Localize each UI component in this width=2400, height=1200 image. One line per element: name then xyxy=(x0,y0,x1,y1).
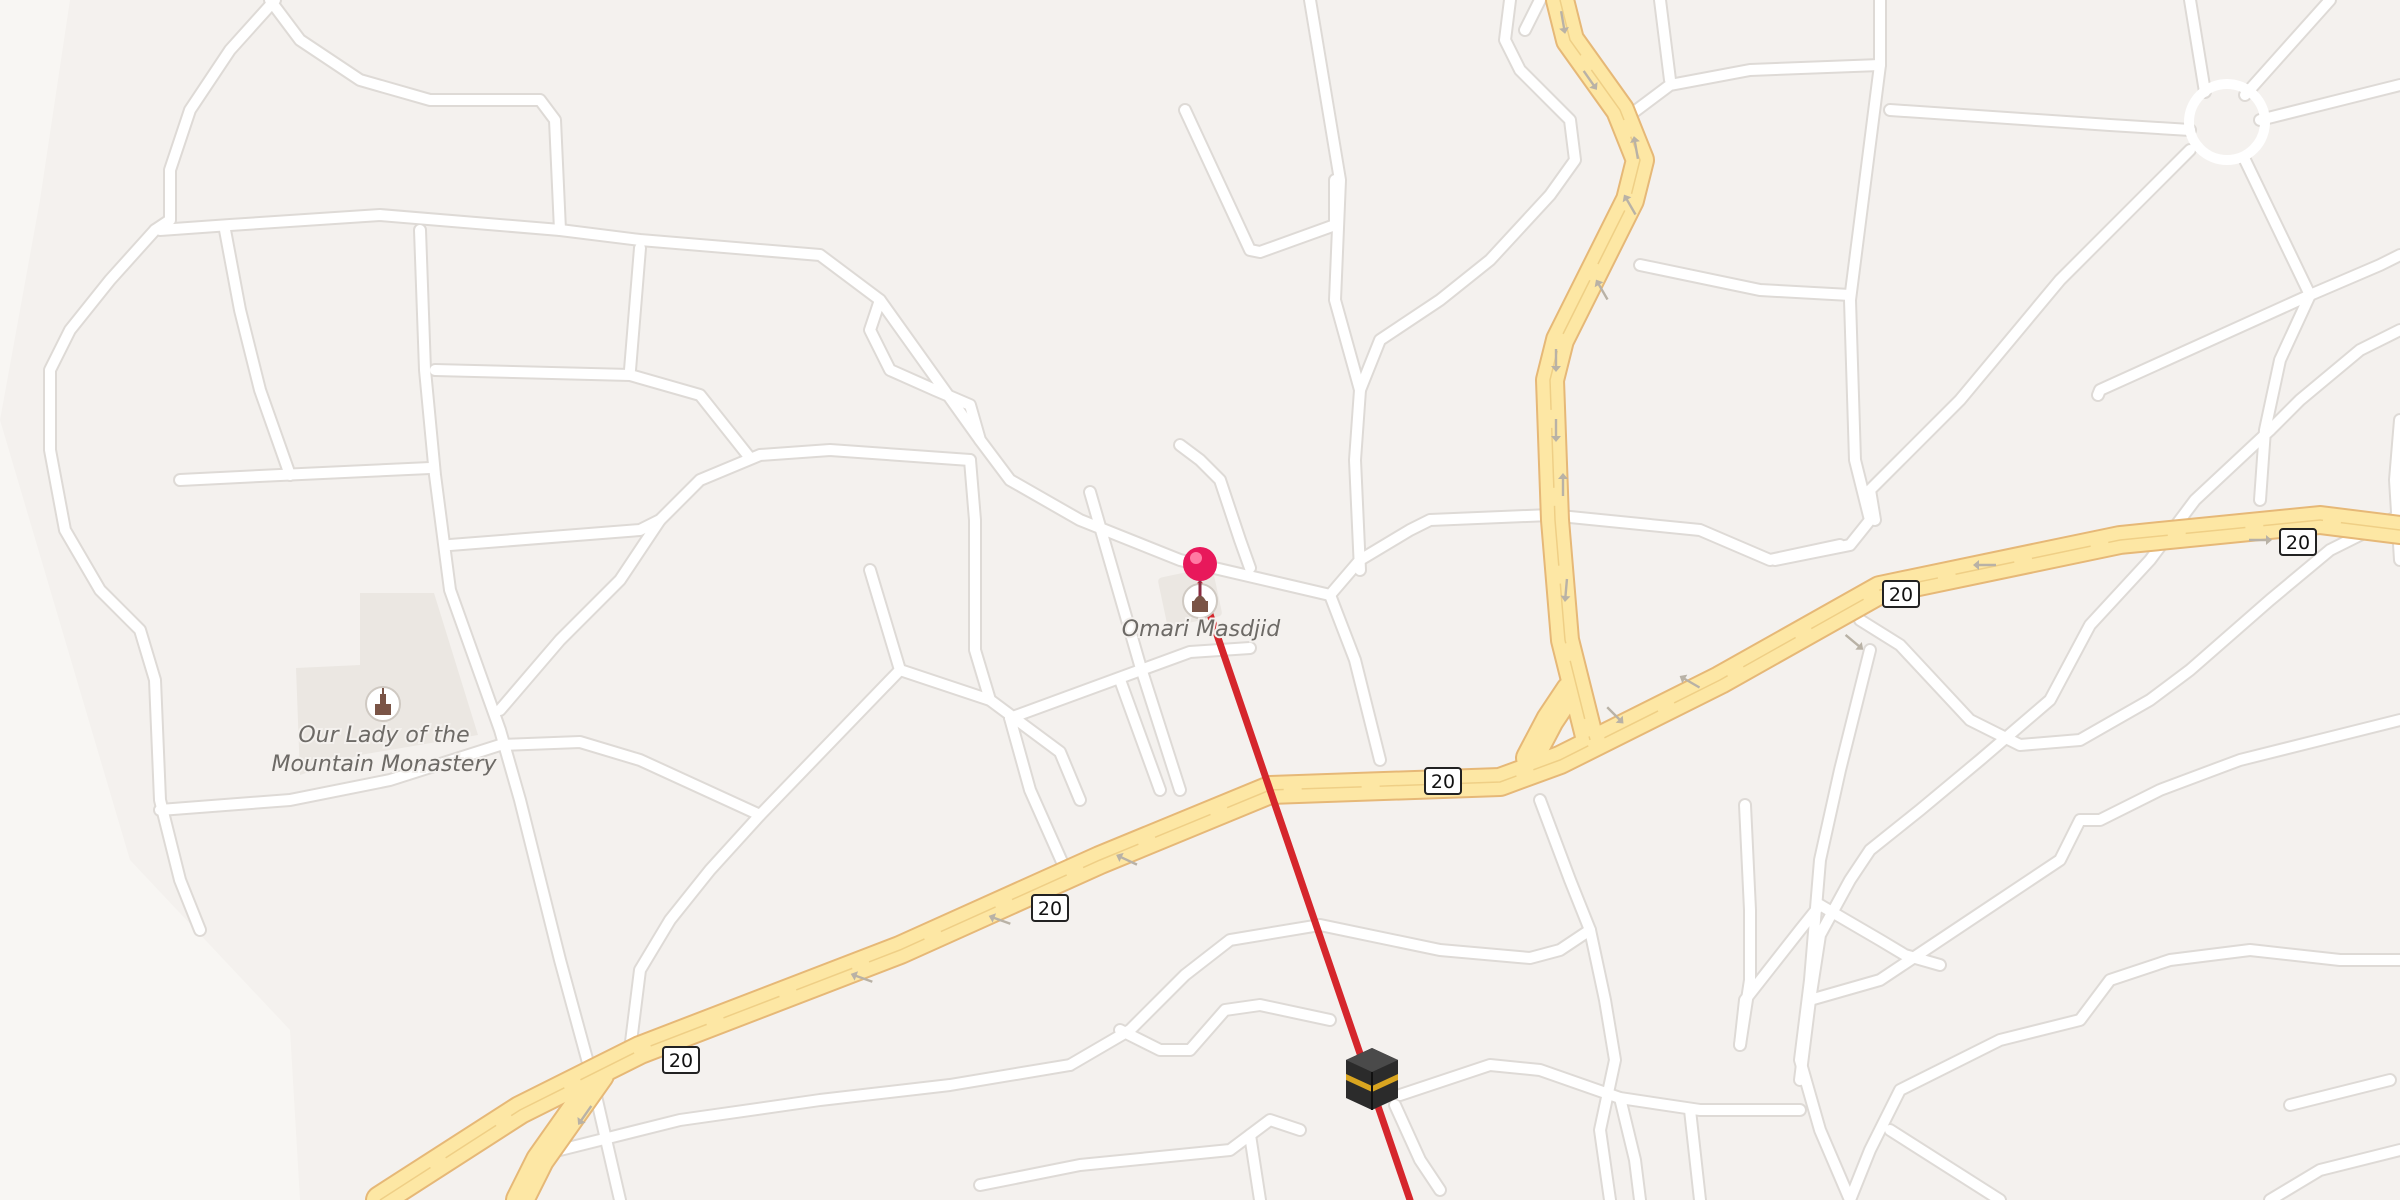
poi-monastery-label-line2: Mountain Monastery xyxy=(271,752,497,777)
minor-road xyxy=(1325,590,1385,765)
minor-road xyxy=(1535,795,1620,1200)
place-of-worship-icon xyxy=(365,686,401,722)
minor-road xyxy=(1885,1125,2005,1200)
route-shield-label: 20 xyxy=(1889,584,1913,606)
minor-road xyxy=(1520,0,1545,35)
poi-monastery-label-line1: Our Lady of the xyxy=(298,723,469,748)
minor-road xyxy=(1845,0,1885,525)
minor-road xyxy=(175,463,435,485)
minor-road xyxy=(1180,105,1340,257)
route-line xyxy=(1196,581,1414,1200)
map-svg: 20 20 20 20 20 Our Lady of the Mountain Mona… xyxy=(0,0,2400,1200)
minor-road xyxy=(445,445,975,550)
minor-road xyxy=(1325,510,1845,600)
minor-road xyxy=(150,0,280,235)
highway-20 xyxy=(365,0,2400,1200)
route-shield: 20 xyxy=(662,1046,700,1074)
route-shield-label: 20 xyxy=(1431,771,1455,793)
poi-omari-masdjid[interactable]: Omari Masdjid xyxy=(1120,583,1283,644)
minor-road xyxy=(495,515,665,715)
route-shield-label: 20 xyxy=(669,1050,693,1072)
route-shield: 20 xyxy=(2279,528,2317,556)
route-shield: 20 xyxy=(1882,580,1920,608)
terrain-shade xyxy=(0,0,300,1200)
minor-road xyxy=(430,365,755,463)
route-shield: 20 xyxy=(1031,894,1069,922)
minor-road xyxy=(265,0,565,235)
route-shield: 20 xyxy=(1424,767,1462,795)
minor-road xyxy=(2255,80,2400,125)
minor-road xyxy=(155,210,985,445)
route-shield-label: 20 xyxy=(2286,532,2310,554)
route-shields: 20 20 20 20 20 xyxy=(662,528,2317,1074)
minor-road xyxy=(1770,515,1875,565)
minor-road xyxy=(2240,0,2335,100)
minor-road xyxy=(865,565,905,675)
poi-omari-masdjid-label: Omari Masdjid xyxy=(1122,617,1281,642)
minor-road xyxy=(2240,155,2400,300)
route-shield-label: 20 xyxy=(1038,898,1062,920)
map-canvas[interactable]: 20 20 20 20 20 Our Lady of the Mountain Mona… xyxy=(0,0,2400,1200)
minor-road xyxy=(1175,440,1255,573)
minor-road xyxy=(2265,1145,2400,1200)
minor-road xyxy=(2285,1075,2395,1110)
kaaba-icon[interactable] xyxy=(1346,1048,1398,1110)
